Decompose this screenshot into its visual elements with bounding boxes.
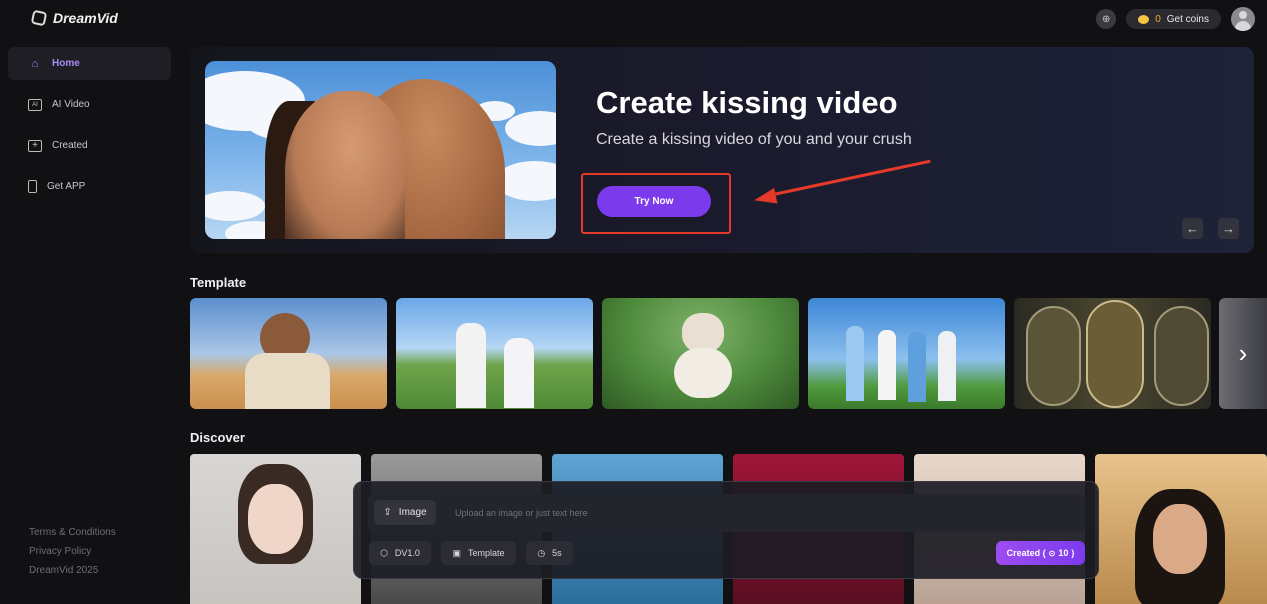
privacy-link[interactable]: Privacy Policy	[29, 546, 116, 557]
clock-icon: ◷	[537, 547, 546, 558]
language-icon[interactable]: ⊕	[1096, 9, 1117, 29]
create-close: )	[1071, 548, 1075, 558]
model-selector[interactable]: ⬡ DV1.0	[369, 541, 431, 565]
prompt-panel: ⇪ Image ⬡ DV1.0 ▣ Template ◷ 5s Created …	[353, 481, 1099, 579]
discover-card[interactable]	[1095, 454, 1267, 604]
sidebar-item-label: Created	[52, 140, 88, 151]
arrow-right-icon: →	[1222, 221, 1235, 236]
discover-section-title: Discover	[190, 430, 245, 445]
banner-title: Create kissing video	[596, 85, 898, 120]
sidebar-item-created[interactable]: + Created	[8, 129, 171, 162]
logo-icon	[30, 9, 48, 27]
try-now-button[interactable]: Try Now	[597, 186, 711, 217]
template-icon: ▣	[452, 547, 461, 558]
ai-video-icon: AI	[28, 98, 42, 111]
app-name: DreamVid	[53, 10, 118, 26]
hero-banner: Create kissing video Create a kissing vi…	[190, 47, 1254, 253]
upload-icon: ⇪	[383, 507, 392, 518]
terms-link[interactable]: Terms & Conditions	[29, 527, 116, 538]
upload-image-label: Image	[398, 507, 427, 518]
phone-icon	[28, 180, 37, 193]
create-button[interactable]: Created ( ⊙ 10 )	[996, 541, 1085, 565]
sidebar-item-home[interactable]: ⌂ Home	[8, 47, 171, 80]
sidebar-footer: Terms & Conditions Privacy Policy DreamV…	[29, 527, 116, 576]
create-label: Created (	[1006, 548, 1046, 558]
copyright-text: DreamVid 2025	[29, 565, 99, 576]
coin-count: 0	[1155, 13, 1161, 25]
template-section-title: Template	[190, 275, 247, 290]
created-icon: +	[28, 139, 42, 152]
chevron-right-icon: ›	[1238, 338, 1248, 368]
sidebar-item-label: Home	[52, 58, 80, 69]
coins-button[interactable]: 0 Get coins	[1126, 9, 1221, 29]
coin-small-icon: ⊙	[1048, 548, 1056, 558]
sidebar-item-label: AI Video	[52, 99, 90, 110]
duration-selector[interactable]: ◷ 5s	[526, 541, 573, 565]
hero-image[interactable]	[205, 61, 556, 239]
logo[interactable]: DreamVid	[30, 9, 118, 27]
prompt-input[interactable]	[455, 501, 1055, 525]
header-actions: ⊕ 0 Get coins	[1096, 7, 1255, 31]
template-card[interactable]	[1014, 298, 1211, 409]
template-card[interactable]	[808, 298, 1005, 409]
home-icon: ⌂	[31, 57, 39, 70]
discover-card[interactable]	[190, 454, 361, 604]
top-bar: DreamVid ⊕ 0 Get coins	[0, 0, 1267, 38]
upload-image-button[interactable]: ⇪ Image	[374, 500, 436, 525]
sidebar-item-ai-video[interactable]: AI AI Video	[8, 88, 171, 121]
coin-icon	[1138, 14, 1150, 24]
banner-next-button[interactable]: →	[1218, 218, 1239, 239]
sidebar-item-get-app[interactable]: Get APP	[8, 170, 171, 203]
template-label: Template	[467, 548, 505, 558]
template-card[interactable]	[602, 298, 799, 409]
prompt-input-row: ⇪ Image	[368, 494, 1085, 532]
annotation-arrow-head	[752, 187, 778, 209]
sidebar: ⌂ Home AI AI Video + Created Get APP Ter…	[0, 38, 180, 604]
create-cost: 10	[1058, 548, 1069, 558]
model-label: DV1.0	[394, 548, 420, 558]
arrow-left-icon: ←	[1186, 221, 1199, 236]
sidebar-item-label: Get APP	[47, 181, 86, 192]
avatar[interactable]	[1231, 7, 1255, 31]
get-coins-label: Get coins	[1166, 13, 1209, 25]
template-next-button[interactable]: ›	[1219, 298, 1267, 409]
duration-label: 5s	[552, 548, 562, 558]
annotation-arrow	[763, 159, 931, 198]
template-selector[interactable]: ▣ Template	[441, 541, 516, 565]
banner-subtitle: Create a kissing video of you and your c…	[596, 131, 912, 148]
template-card[interactable]	[396, 298, 593, 409]
template-card[interactable]	[190, 298, 387, 409]
banner-prev-button[interactable]: ←	[1182, 218, 1203, 239]
cube-icon: ⬡	[380, 547, 388, 558]
